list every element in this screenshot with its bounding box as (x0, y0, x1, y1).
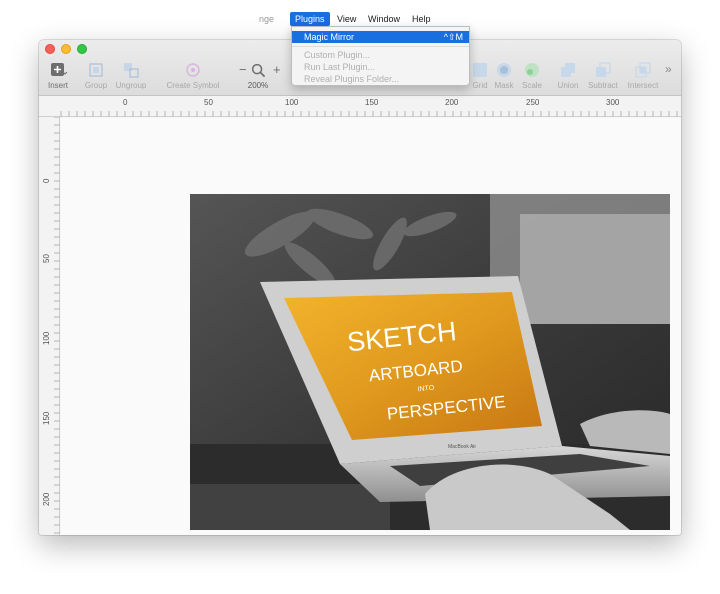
scale-icon (525, 63, 539, 77)
create-symbol-label: Create Symbol (166, 81, 220, 90)
mask-button[interactable]: Mask (493, 62, 515, 92)
subtract-label: Subtract (588, 81, 618, 90)
horizontal-ruler-ticks (60, 111, 678, 117)
menu-plugins[interactable]: Plugins (290, 12, 330, 26)
vruler-label-0: 0 (42, 178, 51, 183)
insert-label: Insert (47, 81, 68, 90)
vruler-label-200: 200 (42, 492, 51, 506)
create-symbol-button[interactable]: Create Symbol (163, 62, 223, 92)
mask-icon (497, 63, 511, 77)
ungroup-icon (124, 63, 139, 78)
horizontal-ruler: 0 50 100 150 200 250 300 (39, 96, 681, 117)
close-window-button[interactable] (45, 44, 55, 54)
union-icon (561, 63, 575, 77)
ruler-label-200: 200 (445, 98, 459, 107)
magnifier-icon (251, 63, 266, 78)
grid-label: Grid (472, 81, 488, 90)
menu-help[interactable]: Help (407, 12, 436, 26)
zoom-in-button[interactable]: + (273, 62, 281, 78)
menu-item-custom-plugin[interactable]: Custom Plugin... (292, 49, 469, 61)
ruler-label-300: 300 (606, 98, 620, 107)
zoom-control: − + 200% (237, 62, 285, 92)
ruler-label-0: 0 (123, 98, 128, 107)
menu-arrange[interactable]: nge (254, 12, 279, 26)
intersect-label: Intersect (627, 81, 659, 90)
symbol-icon (186, 63, 200, 77)
menu-item-run-last-plugin[interactable]: Run Last Plugin... (292, 61, 469, 73)
subtract-button[interactable]: Subtract (585, 62, 621, 92)
menu-window[interactable]: Window (363, 12, 405, 26)
ruler-label-50: 50 (204, 98, 213, 107)
menu-item-magic-mirror[interactable]: Magic Mirror ^⇧M (292, 31, 469, 43)
ruler-label-250: 250 (526, 98, 540, 107)
vruler-label-50: 50 (42, 254, 51, 263)
mask-label: Mask (494, 81, 514, 90)
grid-icon (473, 63, 487, 77)
grid-button[interactable]: Grid (469, 62, 491, 92)
zoom-out-button[interactable]: − (239, 62, 247, 78)
menu-item-reveal-plugins-folder[interactable]: Reveal Plugins Folder... (292, 73, 469, 85)
menu-separator (292, 46, 469, 47)
insert-plus-icon (51, 63, 68, 76)
union-button[interactable]: Union (555, 62, 581, 92)
ruler-label-150: 150 (365, 98, 379, 107)
vruler-label-100: 100 (42, 331, 51, 345)
artboard-image[interactable]: SKETCH ARTBOARD INTO PERSPECTIVE MacBook… (190, 194, 670, 530)
ungroup-button[interactable]: Ungroup (113, 62, 149, 92)
vertical-ruler: 0 50 100 150 200 (39, 117, 60, 535)
menu-bar: nge Plugins View Window Help (230, 12, 530, 26)
ungroup-label: Ungroup (115, 81, 147, 90)
more-tools-chevron-icon[interactable]: » (665, 62, 672, 76)
subtract-icon (596, 62, 611, 77)
zoom-level: 200% (247, 81, 269, 90)
intersect-button[interactable]: Intersect (625, 62, 661, 92)
ruler-label-100: 100 (285, 98, 299, 107)
laptop-label: MacBook Air (448, 444, 476, 450)
scale-label: Scale (521, 81, 542, 90)
scale-button[interactable]: Scale (520, 62, 544, 92)
intersect-icon (635, 62, 651, 78)
insert-button[interactable]: Insert (43, 62, 73, 92)
minimize-window-button[interactable] (61, 44, 71, 54)
group-label: Group (84, 81, 108, 90)
magic-mirror-shortcut: ^⇧M (443, 32, 463, 42)
union-label: Union (557, 81, 579, 90)
laptop-photo: SKETCH ARTBOARD INTO PERSPECTIVE MacBook… (190, 194, 670, 530)
vruler-label-150: 150 (42, 411, 51, 425)
zoom-window-button[interactable] (77, 44, 87, 54)
menu-view[interactable]: View (332, 12, 361, 26)
sketch-window: Insert Group Ungroup Create Symbol − + 2… (39, 40, 681, 535)
magic-mirror-label: Magic Mirror (304, 32, 355, 42)
group-icon (89, 63, 103, 77)
plugins-dropdown-menu: Magic Mirror ^⇧M Custom Plugin... Run La… (291, 26, 470, 86)
group-button[interactable]: Group (83, 62, 109, 92)
canvas[interactable]: SKETCH ARTBOARD INTO PERSPECTIVE MacBook… (61, 118, 681, 535)
